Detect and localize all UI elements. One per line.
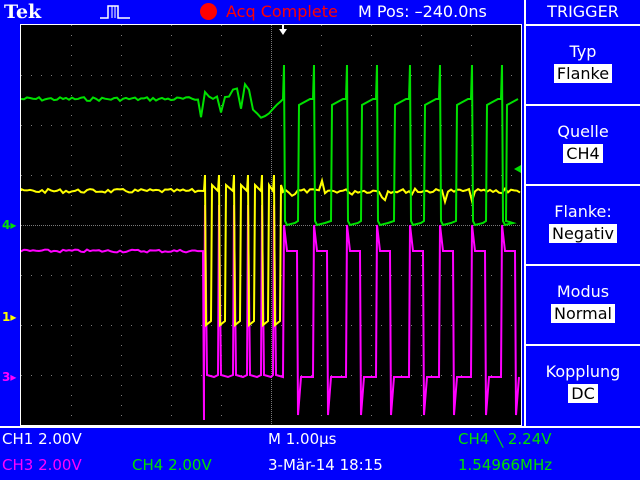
- waveform-display[interactable]: [20, 24, 522, 426]
- ch1-scale: CH1 2.00V: [2, 430, 82, 448]
- menu-item-kopplung[interactable]: Kopplung DC: [526, 344, 640, 424]
- menu-item-modus[interactable]: Modus Normal: [526, 264, 640, 344]
- timebase: M 1.00µs: [268, 430, 337, 448]
- ch3-marker-label: 3: [2, 370, 11, 384]
- menu-item-value: CH4: [563, 144, 603, 163]
- menu-item-flanke[interactable]: Flanke: Negativ: [526, 184, 640, 264]
- trigger-position-icon: [279, 25, 287, 35]
- datetime: 3-Mär-14 18:15: [268, 456, 383, 474]
- ch4-scale: CH4 2.00V: [132, 456, 212, 474]
- menu-item-value: Normal: [551, 304, 615, 323]
- acq-status-icon: [200, 3, 217, 20]
- menu-title: TRIGGER: [547, 2, 619, 21]
- brand-logo: Tek: [4, 1, 42, 23]
- trigger-edge-icon: [100, 5, 130, 19]
- menu-item-value: DC: [568, 384, 598, 403]
- acq-status: Acq Complete: [226, 2, 338, 21]
- header-bar: Tek Acq Complete M Pos: –240.0ns: [0, 0, 524, 24]
- ch1-marker-label: 1: [2, 310, 11, 324]
- trigger-readout: CH4 ╲ 2.24V: [458, 430, 552, 448]
- menu-item-label: Flanke:: [554, 202, 612, 221]
- waveforms: [21, 25, 521, 421]
- menu-item-label: Typ: [569, 42, 597, 61]
- menu-item-label: Modus: [556, 282, 610, 301]
- menu-item-value: Flanke: [553, 64, 613, 83]
- status-bar: CH1 2.00V M 1.00µs CH4 ╲ 2.24V CH3 2.00V…: [0, 426, 640, 480]
- horizontal-position: M Pos: –240.0ns: [358, 2, 487, 21]
- ch3-marker[interactable]: 3▸: [2, 371, 16, 383]
- menu-item-typ[interactable]: Typ Flanke: [526, 24, 640, 104]
- menu-item-label: Quelle: [557, 122, 609, 141]
- menu-item-quelle[interactable]: Quelle CH4: [526, 104, 640, 184]
- menu-item-value: Negativ: [549, 224, 617, 243]
- ch3-trace: [21, 204, 520, 421]
- trigger-level-icon: [514, 165, 521, 173]
- trigger-menu: TRIGGER Typ Flanke Quelle CH4 Flanke: Ne…: [524, 0, 640, 426]
- ch1-marker[interactable]: 1▸: [2, 311, 16, 323]
- ch3-scale: CH3 2.00V: [2, 456, 82, 474]
- frequency-readout: 1.54966MHz: [458, 456, 553, 474]
- ch4-marker-label: 4: [2, 218, 11, 232]
- menu-item-label: Kopplung: [545, 362, 621, 381]
- ch4-marker[interactable]: 4▸: [2, 219, 16, 231]
